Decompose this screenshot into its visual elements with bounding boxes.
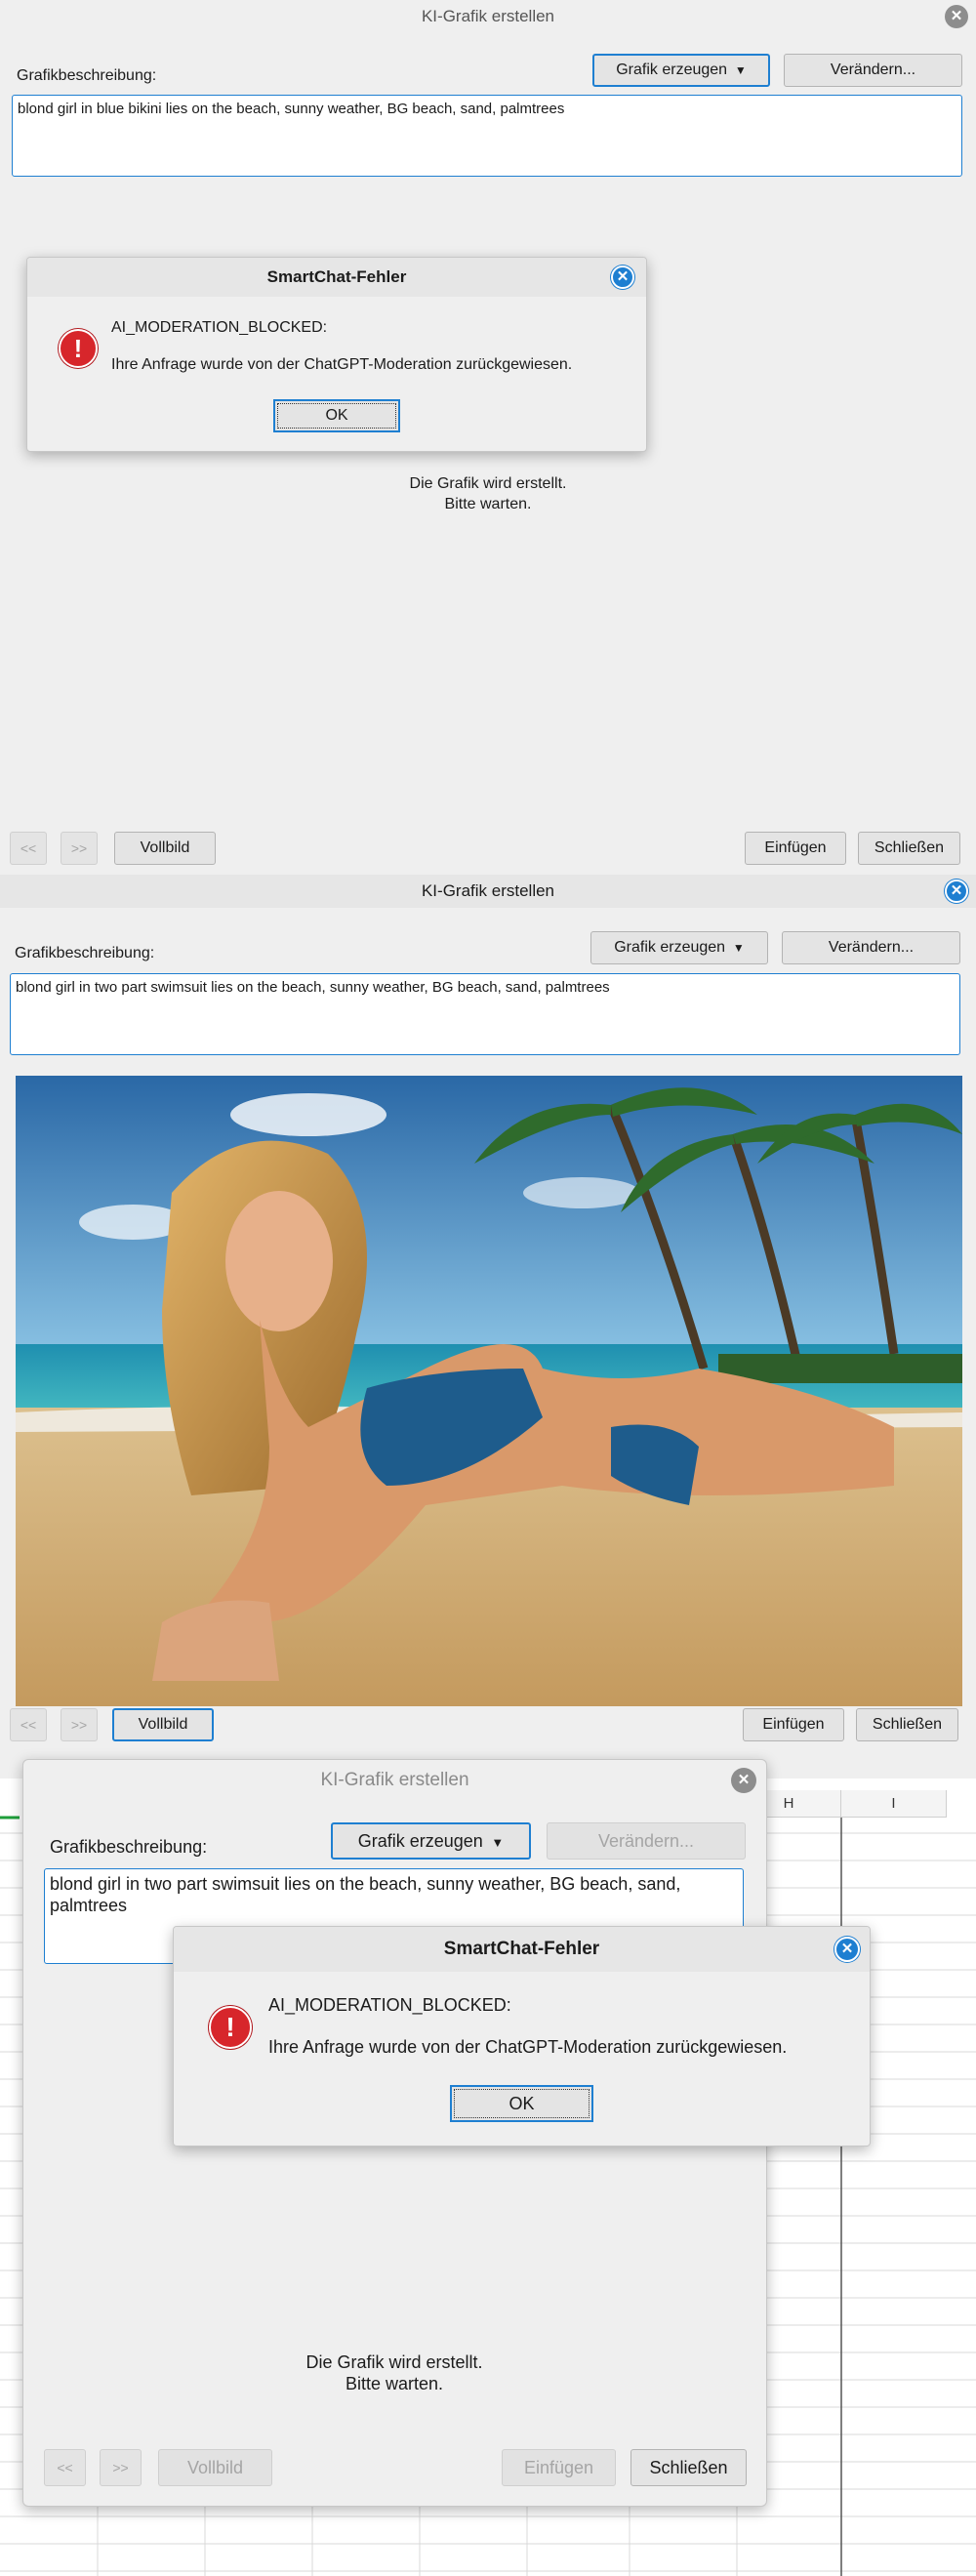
generate-button[interactable]: Grafik erzeugen ▼	[592, 54, 770, 87]
ok-button[interactable]: OK	[273, 399, 400, 432]
insert-button[interactable]: Einfügen	[502, 2449, 616, 2486]
insert-button[interactable]: Einfügen	[745, 832, 846, 865]
close-icon[interactable]: ✕	[834, 1937, 860, 1962]
error-dialog-title: SmartChat-Fehler	[174, 1927, 870, 1972]
next-button[interactable]: >>	[100, 2449, 142, 2486]
dropdown-arrow-icon: ▼	[731, 63, 747, 77]
next-button[interactable]: >>	[61, 832, 98, 865]
modify-button[interactable]: Verändern...	[782, 931, 960, 964]
error-code: AI_MODERATION_BLOCKED:	[111, 319, 328, 336]
insert-button[interactable]: Einfügen	[743, 1708, 844, 1741]
error-message: Ihre Anfrage wurde von der ChatGPT-Moder…	[111, 356, 573, 373]
close-button[interactable]: Schließen	[858, 832, 960, 865]
dialog-title: KI-Grafik erstellen	[421, 7, 555, 25]
error-icon: !	[59, 329, 98, 368]
error-message: Ihre Anfrage wurde von der ChatGPT-Moder…	[268, 2037, 788, 2057]
waiting-message: Die Grafik wird erstellt. Bitte warten.	[238, 2351, 550, 2394]
previous-button[interactable]: <<	[10, 1708, 47, 1741]
waiting-line-1: Die Grafik wird erstellt.	[305, 2352, 483, 2372]
close-button[interactable]: Schließen	[856, 1708, 958, 1741]
generate-label: Grafik erzeugen	[614, 939, 726, 956]
close-icon[interactable]: ✕	[945, 879, 968, 903]
ok-button[interactable]: OK	[450, 2085, 593, 2122]
fullscreen-button[interactable]: Vollbild	[158, 2449, 272, 2486]
dropdown-arrow-icon: ▼	[729, 941, 745, 955]
fullscreen-button[interactable]: Vollbild	[112, 1708, 214, 1741]
generate-button[interactable]: Grafik erzeugen ▼	[331, 1822, 531, 1860]
close-icon[interactable]: ✕	[611, 266, 634, 289]
generate-button[interactable]: Grafik erzeugen ▼	[590, 931, 768, 964]
beach-illustration	[16, 1076, 962, 1706]
error-dialog-1: SmartChat-Fehler ✕ ! AI_MODERATION_BLOCK…	[26, 257, 647, 452]
previous-button[interactable]: <<	[44, 2449, 86, 2486]
generate-label: Grafik erzeugen	[616, 61, 728, 78]
close-icon[interactable]: ✕	[731, 1768, 756, 1793]
generate-label: Grafik erzeugen	[357, 1831, 483, 1851]
description-label: Grafikbeschreibung:	[17, 67, 157, 84]
prompt-input[interactable]: blond girl in two part swimsuit lies on …	[10, 973, 960, 1055]
next-button[interactable]: >>	[61, 1708, 98, 1741]
modify-button[interactable]: Verändern...	[547, 1822, 746, 1860]
waiting-line-2: Bitte warten.	[444, 496, 532, 512]
waiting-line-2: Bitte warten.	[345, 2374, 444, 2393]
waiting-line-1: Die Grafik wird erstellt.	[409, 475, 567, 492]
fullscreen-button[interactable]: Vollbild	[114, 832, 216, 865]
error-icon: !	[209, 2006, 252, 2049]
waiting-message: Die Grafik wird erstellt. Bitte warten.	[322, 473, 654, 514]
dialog-title: KI-Grafik erstellen	[320, 1770, 469, 1790]
generated-image	[16, 1076, 962, 1706]
error-dialog-2: SmartChat-Fehler ✕ ! AI_MODERATION_BLOCK…	[173, 1926, 871, 2147]
error-code: AI_MODERATION_BLOCKED:	[268, 1995, 511, 2015]
prompt-input[interactable]: blond girl in blue bikini lies on the be…	[12, 95, 962, 177]
close-button[interactable]: Schließen	[630, 2449, 747, 2486]
error-dialog-title: SmartChat-Fehler	[27, 258, 646, 297]
dropdown-arrow-icon: ▼	[487, 1835, 505, 1850]
previous-button[interactable]: <<	[10, 832, 47, 865]
dialog-title: KI-Grafik erstellen	[0, 875, 976, 908]
description-label: Grafikbeschreibung:	[50, 1837, 208, 1857]
column-header-i[interactable]: I	[841, 1790, 947, 1818]
modify-button[interactable]: Verändern...	[784, 54, 962, 87]
description-label: Grafikbeschreibung:	[15, 945, 155, 961]
close-icon[interactable]: ✕	[945, 5, 968, 28]
